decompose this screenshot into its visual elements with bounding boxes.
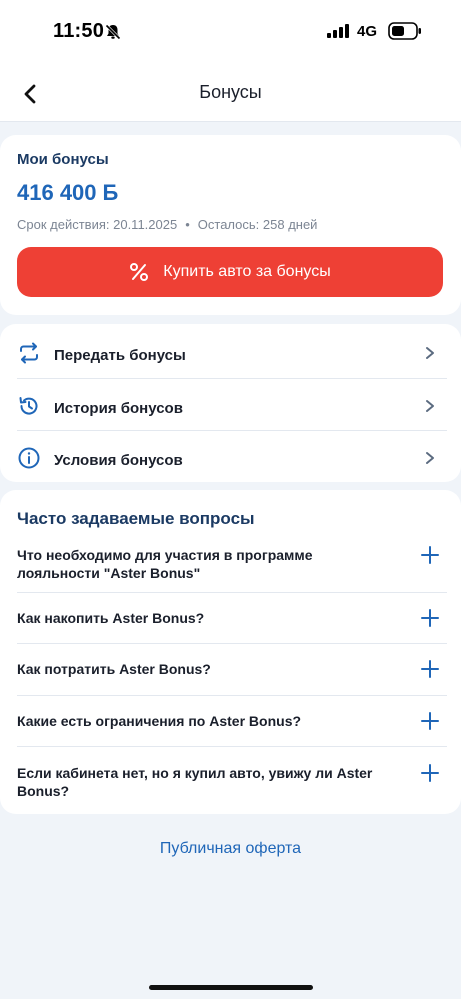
faq-card: Часто задаваемые вопросы Что необходимо … (0, 490, 461, 814)
menu-item-label: История бонусов (54, 400, 183, 417)
my-bonuses-label: Мои бонусы (17, 151, 109, 168)
status-bar: 11:50 4G (0, 0, 461, 62)
home-indicator[interactable] (149, 985, 313, 990)
faq-question: Что необходимо для участия в программе л… (17, 547, 313, 581)
page-title: Бонусы (199, 82, 262, 102)
battery-icon (388, 22, 422, 45)
chevron-right-icon (426, 347, 434, 359)
chevron-right-icon (426, 400, 434, 412)
percent-icon (130, 263, 149, 281)
network-type: 4G (357, 23, 378, 40)
chevron-right-icon (426, 452, 434, 464)
bonus-menu-card: Передать бонусы История бонусов Условия … (0, 324, 461, 482)
history-icon (19, 397, 38, 415)
bonus-amount: 416 400 Б (17, 180, 118, 206)
divider (17, 643, 447, 644)
menu-item-label: Условия бонусов (54, 452, 183, 469)
bonus-validity: Срок действия: 20.11.2025 • Осталось: 25… (17, 217, 317, 232)
faq-question: Как потратить Aster Bonus? (17, 661, 211, 677)
bonus-currency-symbol: Б (102, 180, 119, 205)
plus-icon[interactable] (421, 712, 439, 730)
bonus-amount-value: 416 400 (17, 180, 97, 205)
plus-icon[interactable] (421, 546, 439, 564)
plus-icon[interactable] (421, 609, 439, 627)
days-remaining: Осталось: 258 дней (197, 217, 318, 232)
buy-car-with-bonuses-button[interactable]: Купить авто за бонусы (17, 247, 443, 297)
info-icon (18, 447, 40, 469)
faq-title: Часто задаваемые вопросы (17, 509, 255, 528)
divider (17, 592, 447, 593)
faq-question: Какие есть ограничения по Aster Bonus? (17, 713, 302, 729)
divider (17, 746, 447, 747)
buy-button-label: Купить авто за бонусы (163, 263, 331, 280)
faq-question: Если кабинета нет, но я купил авто, увиж… (17, 765, 373, 799)
menu-item-transfer-bonuses[interactable]: Передать бонусы (0, 326, 461, 377)
plus-icon[interactable] (421, 764, 439, 782)
transfer-icon (20, 342, 38, 364)
public-offer-link[interactable]: Публичная оферта (0, 840, 461, 858)
menu-item-label: Передать бонусы (54, 347, 186, 364)
faq-question: Как накопить Aster Bonus? (17, 610, 205, 626)
status-time: 11:50 (53, 20, 105, 42)
bonus-balance-card: Мои бонусы 416 400 Б Срок действия: 20.1… (0, 135, 461, 315)
plus-icon[interactable] (421, 660, 439, 678)
menu-item-bonus-terms[interactable]: Условия бонусов (0, 431, 461, 482)
validity-date: Срок действия: 20.11.2025 (17, 217, 178, 232)
menu-item-bonus-history[interactable]: История бонусов (0, 379, 461, 430)
signal-icon (327, 24, 351, 43)
header: Бонусы (0, 62, 461, 122)
separator-dot: • (185, 217, 190, 232)
divider (17, 695, 447, 696)
bell-off-icon (104, 23, 122, 46)
